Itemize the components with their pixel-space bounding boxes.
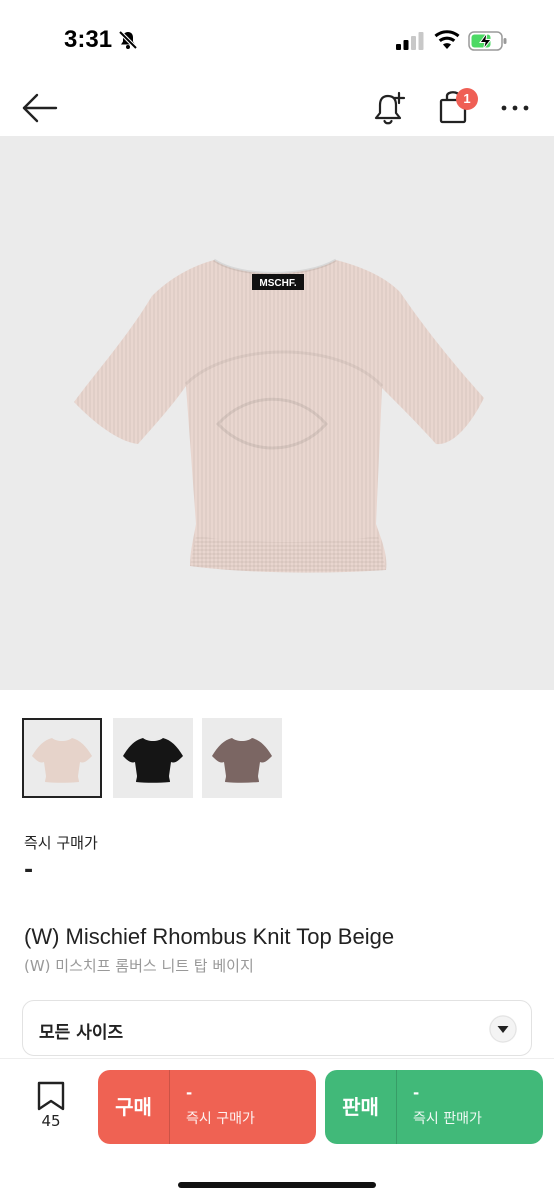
product-image[interactable]: MSCHF. xyxy=(0,136,554,690)
brand-label-text: MSCHF. xyxy=(259,278,296,289)
bell-slash-icon xyxy=(118,30,138,50)
size-select-label: 모든 사이즈 xyxy=(39,1023,124,1043)
knit-top-illustration: MSCHF. xyxy=(74,258,484,573)
buy-button-price: - xyxy=(186,1084,193,1102)
thumbnail-top-icon xyxy=(32,738,92,783)
top-nav: 1 xyxy=(0,80,554,136)
wifi-icon xyxy=(434,30,460,49)
thumbnail-top-icon xyxy=(212,738,272,783)
status-bar: 3:31 xyxy=(0,0,554,80)
thumbnail-brown[interactable] xyxy=(202,718,282,798)
size-select[interactable]: 모든 사이즈 xyxy=(22,1000,532,1056)
cart-count-badge: 1 xyxy=(456,88,478,110)
home-indicator xyxy=(178,1182,376,1188)
instant-buy-price-value: - xyxy=(24,858,34,883)
signal-icon xyxy=(396,32,424,50)
bookmark-icon[interactable] xyxy=(26,1079,76,1139)
product-name: (W) Mischief Rhombus Knit Top Beige xyxy=(24,924,395,949)
back-arrow-icon[interactable] xyxy=(20,90,60,126)
battery-icon xyxy=(468,31,507,51)
buy-button[interactable]: 구매 - 즉시 구매가 xyxy=(98,1070,316,1144)
more-options-icon[interactable] xyxy=(500,94,530,122)
chevron-down-icon xyxy=(489,1015,517,1043)
product-name-korean: (W) 미스치프 롬버스 니트 탑 베이지 xyxy=(24,957,254,975)
sell-button[interactable]: 판매 - 즉시 판매가 xyxy=(325,1070,543,1144)
notification-add-icon[interactable] xyxy=(372,88,408,128)
instant-buy-price-label: 즉시 구매가 xyxy=(24,834,98,852)
buy-button-subtitle: 즉시 구매가 xyxy=(186,1111,255,1127)
sell-button-subtitle: 즉시 판매가 xyxy=(413,1111,482,1127)
sell-button-price: - xyxy=(413,1084,420,1102)
sell-button-label: 판매 xyxy=(325,1070,397,1144)
thumbnail-beige[interactable] xyxy=(22,718,102,798)
buy-button-label: 구매 xyxy=(98,1070,170,1144)
bookmark-count: 45 xyxy=(41,1112,61,1130)
thumbnail-black[interactable] xyxy=(113,718,193,798)
status-time: 3:31 xyxy=(64,26,113,53)
thumbnail-top-icon xyxy=(123,738,183,783)
